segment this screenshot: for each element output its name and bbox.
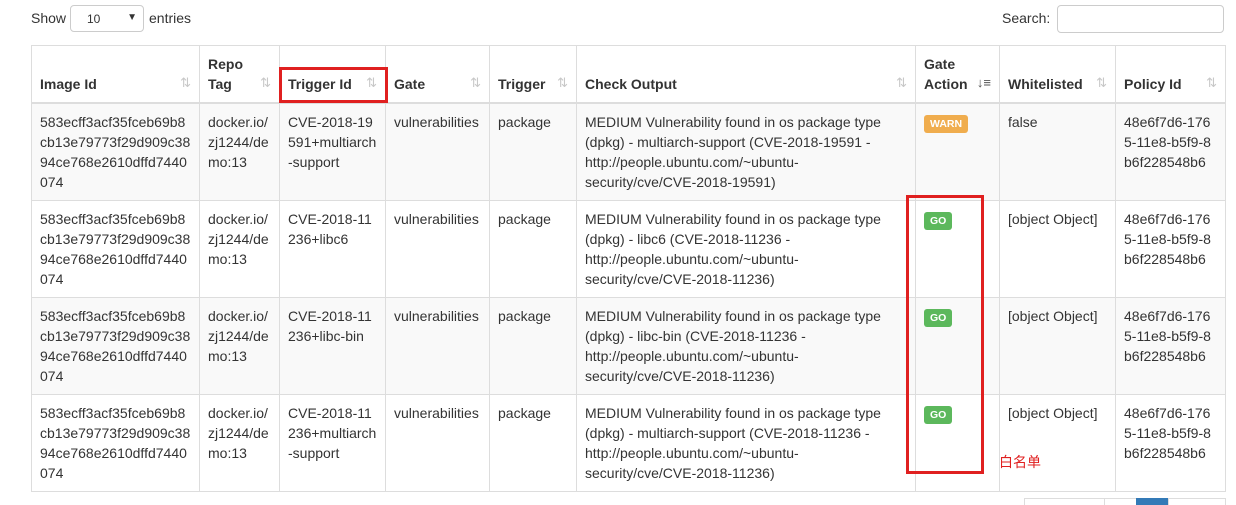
header-label: Image Id xyxy=(40,76,97,92)
check-output-cell: MEDIUM Vulnerability found in os package… xyxy=(576,102,916,201)
header-label: Action xyxy=(924,76,968,92)
sort-icon: ⇅ xyxy=(180,75,191,90)
header-label: Gate xyxy=(924,56,956,72)
gate-action-badge: WARN xyxy=(924,115,969,133)
repo-tag-cell: docker.io/zj1244/demo:13 xyxy=(199,394,280,492)
column-header-trigger-id[interactable]: Trigger Id ⇅ xyxy=(279,45,386,104)
trigger-cell: package xyxy=(489,297,577,395)
gate-cell: vulnerabilities xyxy=(385,297,490,395)
chevron-down-icon: ▼ xyxy=(127,12,137,23)
search-label: Search: xyxy=(1002,10,1051,26)
header-label: Whitelisted xyxy=(1008,76,1083,92)
column-header-repo-tag[interactable]: Repo Tag ⇅ xyxy=(199,45,280,104)
gate-action-badge: GO xyxy=(924,406,953,424)
gate-action-badge: GO xyxy=(924,309,953,327)
whitelisted-cell: [object Object] xyxy=(999,297,1116,395)
whitelisted-cell: [object Object] xyxy=(999,200,1116,298)
header-label: Tag xyxy=(208,76,232,92)
trigger-id-cell: CVE-2018-11236+multiarch-support xyxy=(279,394,386,492)
repo-tag-cell: docker.io/zj1244/demo:13 xyxy=(199,102,280,201)
table-row: 583ecff3acf35fceb69b8cb13e79773f29d909c3… xyxy=(31,200,1226,298)
trigger-id-cell: CVE-2018-19591+multiarch-support xyxy=(279,102,386,201)
trigger-cell: package xyxy=(489,200,577,298)
sort-icon: ⇅ xyxy=(1206,75,1217,90)
header-row: Image Id ⇅ Repo Tag ⇅ Trigger Id ⇅ Gate … xyxy=(31,45,1226,104)
gate-action-cell: GO xyxy=(915,200,1000,298)
sort-icon: ⇅ xyxy=(557,75,568,90)
entries-label: entries xyxy=(149,10,192,26)
trigger-cell: package xyxy=(489,394,577,492)
check-output-cell: MEDIUM Vulnerability found in os package… xyxy=(576,200,916,298)
policy-id-cell: 48e6f7d6-1765-11e8-b5f9-8b6f228548b6 xyxy=(1115,394,1226,492)
pagination xyxy=(1024,498,1226,505)
page-size-value: 10 xyxy=(87,12,101,26)
check-output-cell: MEDIUM Vulnerability found in os package… xyxy=(576,297,916,395)
search-input[interactable] xyxy=(1057,5,1224,33)
whitelisted-cell: [object Object] xyxy=(999,394,1116,492)
check-output-cell: MEDIUM Vulnerability found in os package… xyxy=(576,394,916,492)
policy-id-cell: 48e6f7d6-1765-11e8-b5f9-8b6f228548b6 xyxy=(1115,102,1226,201)
sort-icon: ⇅ xyxy=(470,75,481,90)
policy-id-cell: 48e6f7d6-1765-11e8-b5f9-8b6f228548b6 xyxy=(1115,297,1226,395)
whitelist-annotation: 白名单 xyxy=(999,454,1041,470)
gate-cell: vulnerabilities xyxy=(385,200,490,298)
header-label: Trigger Id xyxy=(288,76,352,92)
header-label: Repo xyxy=(208,56,243,72)
table-row: 583ecff3acf35fceb69b8cb13e79773f29d909c3… xyxy=(31,102,1226,201)
column-header-whitelisted[interactable]: Whitelisted ⇅ xyxy=(999,45,1116,104)
header-label: Check Output xyxy=(585,76,677,92)
image-id-cell: 583ecff3acf35fceb69b8cb13e79773f29d909c3… xyxy=(31,297,200,395)
image-id-cell: 583ecff3acf35fceb69b8cb13e79773f29d909c3… xyxy=(31,200,200,298)
gate-cell: vulnerabilities xyxy=(385,394,490,492)
image-id-cell: 583ecff3acf35fceb69b8cb13e79773f29d909c3… xyxy=(31,102,200,201)
header-label: Trigger xyxy=(498,76,546,92)
sort-icon: ⇅ xyxy=(260,75,271,90)
trigger-id-cell: CVE-2018-11236+libc6 xyxy=(279,200,386,298)
gate-cell: vulnerabilities xyxy=(385,102,490,201)
show-label: Show xyxy=(31,10,67,26)
policy-results-table: Image Id ⇅ Repo Tag ⇅ Trigger Id ⇅ Gate … xyxy=(31,45,1226,492)
sort-icon: ⇅ xyxy=(1096,75,1107,90)
column-header-trigger[interactable]: Trigger ⇅ xyxy=(489,45,577,104)
table-controls: Show 10 ▼ entries Search: xyxy=(0,0,1236,40)
header-label: Gate xyxy=(394,76,426,92)
repo-tag-cell: docker.io/zj1244/demo:13 xyxy=(199,297,280,395)
sort-descending-icon: ↓≡ xyxy=(976,75,991,90)
table-row: 583ecff3acf35fceb69b8cb13e79773f29d909c3… xyxy=(31,297,1226,395)
column-header-image-id[interactable]: Image Id ⇅ xyxy=(31,45,200,104)
page-size-select[interactable]: 10 ▼ xyxy=(70,5,144,32)
column-header-gate[interactable]: Gate ⇅ xyxy=(385,45,490,104)
repo-tag-cell: docker.io/zj1244/demo:13 xyxy=(199,200,280,298)
sort-icon: ⇅ xyxy=(366,75,377,90)
column-header-policy-id[interactable]: Policy Id ⇅ xyxy=(1115,45,1226,104)
header-label: Policy Id xyxy=(1124,76,1182,92)
sort-icon: ⇅ xyxy=(896,75,907,90)
gate-action-badge: GO xyxy=(924,212,953,230)
gate-action-cell: GO xyxy=(915,297,1000,395)
gate-action-cell: WARN xyxy=(915,102,1000,201)
whitelisted-cell: false xyxy=(999,102,1116,201)
trigger-cell: package xyxy=(489,102,577,201)
gate-action-cell: GO xyxy=(915,394,1000,492)
column-header-check-output[interactable]: Check Output ⇅ xyxy=(576,45,916,104)
policy-id-cell: 48e6f7d6-1765-11e8-b5f9-8b6f228548b6 xyxy=(1115,200,1226,298)
image-id-cell: 583ecff3acf35fceb69b8cb13e79773f29d909c3… xyxy=(31,394,200,492)
column-header-gate-action[interactable]: Gate Action ↓≡ xyxy=(915,45,1000,104)
trigger-id-cell: CVE-2018-11236+libc-bin xyxy=(279,297,386,395)
table-row: 583ecff3acf35fceb69b8cb13e79773f29d909c3… xyxy=(31,394,1226,492)
